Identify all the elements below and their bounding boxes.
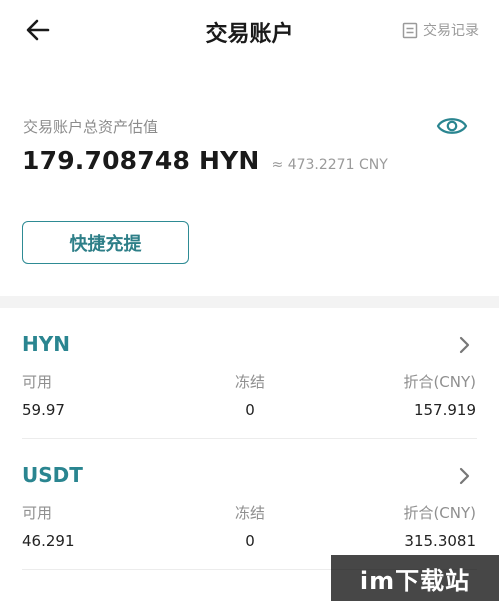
frozen-value: 0: [245, 532, 255, 550]
quick-deposit-withdraw-button[interactable]: 快捷充提: [22, 221, 189, 264]
converted-label: 折合(CNY): [403, 373, 476, 391]
trade-records-button[interactable]: 交易记录: [402, 20, 479, 40]
top-app-bar: 交易账户 交易记录: [0, 0, 499, 60]
asset-card-hyn[interactable]: HYN 可用 冻结 折合(CNY) 59.97 0 157.919: [0, 308, 499, 439]
available-value: 59.97: [22, 401, 65, 419]
asset-card-usdt[interactable]: USDT 可用 冻结 折合(CNY) 46.291 0 315.3081: [0, 439, 499, 570]
total-assets-label: 交易账户总资产估值: [23, 118, 159, 136]
chevron-right-icon: [459, 467, 470, 485]
available-label: 可用: [22, 504, 53, 522]
frozen-value: 0: [245, 401, 255, 419]
chevron-right-icon: [459, 336, 470, 354]
toggle-visibility-button[interactable]: [436, 112, 468, 140]
asset-name: HYN: [22, 332, 70, 356]
total-assets-row: 179.708748 HYN ≈ 473.2271 CNY: [22, 146, 388, 175]
section-divider: [0, 296, 499, 308]
total-assets-cny: ≈ 473.2271 CNY: [271, 157, 388, 173]
available-label: 可用: [22, 373, 53, 391]
converted-label: 折合(CNY): [403, 504, 476, 522]
document-list-icon: [402, 22, 418, 38]
available-value: 46.291: [22, 532, 75, 550]
trade-records-label: 交易记录: [423, 23, 479, 39]
frozen-label: 冻结: [234, 373, 265, 391]
converted-value: 315.3081: [404, 532, 476, 550]
frozen-label: 冻结: [234, 504, 265, 522]
total-assets-value: 179.708748 HYN: [22, 146, 260, 175]
site-watermark: im下载站: [331, 555, 499, 601]
eye-icon: [436, 118, 468, 134]
trading-account-page: 交易账户 交易记录 交易账户总资产估值 179.708748 HYN ≈ 473…: [0, 0, 499, 601]
asset-name: USDT: [22, 463, 83, 487]
converted-value: 157.919: [413, 401, 476, 419]
